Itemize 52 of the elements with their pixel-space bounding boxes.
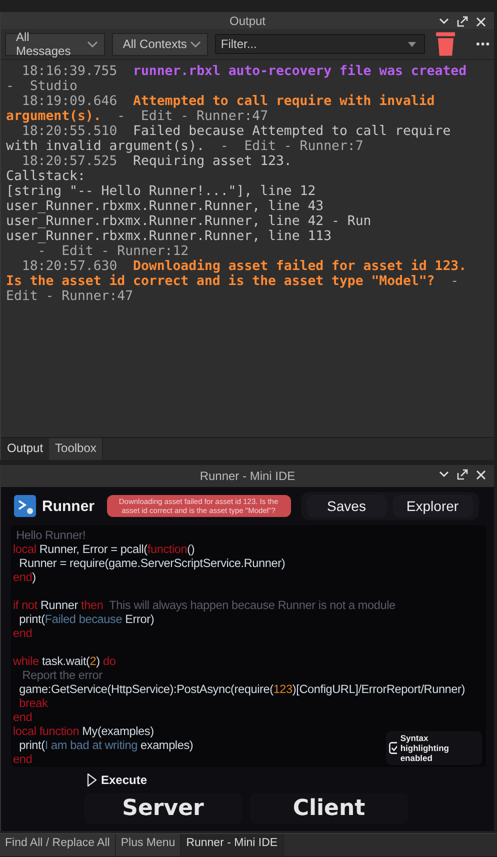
code-line: if not Runner then This will always happen because Runner is not a module [13, 598, 396, 612]
code-line: print(Failed because Error) [18, 612, 154, 626]
code-line: end [13, 752, 32, 766]
code-line: local Runner, Error = pcall(function() [13, 542, 195, 556]
code-line: Runner = require(game.ServerScriptService.Runner) [18, 556, 286, 570]
chevron-down-icon[interactable] [439, 18, 449, 25]
header-button[interactable]: Saves [306, 495, 386, 517]
log-entry: 18:19:09.646 Attempted to call require with invalid argument(s). - Edit - Runner:47 [6, 94, 436, 124]
panel-title: Runner - Mini IDE [200, 469, 296, 483]
more-icon[interactable] [476, 42, 490, 46]
filter-field[interactable]: Filter... [214, 34, 425, 54]
run-button[interactable]: Client [250, 793, 408, 824]
popout-icon[interactable] [457, 469, 468, 480]
checkbox[interactable] [389, 742, 398, 754]
panel-tab[interactable]: Find All / Replace All [0, 834, 116, 856]
chevron-down-icon[interactable] [439, 471, 449, 478]
code-line: local function My(examples) [13, 724, 154, 738]
log-entry: 18:16:39.755 runner.rbxl auto-recovery file was created - Studio [6, 64, 468, 94]
close-icon[interactable] [476, 16, 486, 26]
run-button[interactable]: Server [84, 793, 242, 824]
chevron-down-icon [190, 40, 201, 48]
code-line: break [18, 696, 48, 710]
code-line: Hello Runner! [15, 528, 86, 542]
header-button[interactable]: Explorer [392, 495, 472, 517]
play-icon[interactable] [87, 773, 97, 787]
log-entry: 18:20:57.630 Downloading asset failed for asset id 123. Is the asset id correct and is the asset type "Model"? - Edit - Runner:47 [6, 259, 468, 304]
code-line: end [13, 710, 32, 724]
panel-tab[interactable]: Output [1, 438, 50, 460]
code-line: print(I am bad at writing examples) [18, 738, 194, 752]
app-name: Runner [42, 498, 94, 514]
terminal-logo-icon[interactable] [14, 495, 36, 517]
code-line: end) [13, 570, 36, 584]
chevron-down-icon [86, 40, 98, 48]
log-entry: 18:20:57.525 Requiring asset 123. Callstack: [string "-- Hello Runner!..."], line 12 user_Runner.rbxmx.Runner.Runner, line 43 user_Runner.rbxmx.Runner.Runner, line 42 - Run user_Runner.rbxmx.Runner.Runner, line 113 - Edit - Runner:12 [6, 154, 372, 259]
code-line: end [13, 626, 32, 640]
trash-icon[interactable] [436, 32, 456, 56]
execute-label: Execute [101, 773, 148, 787]
panel-tab[interactable]: Toolbox [49, 438, 104, 460]
panel-tab[interactable]: Plus Menu [116, 834, 182, 856]
panel-title: Output [229, 14, 266, 28]
close-icon[interactable] [476, 470, 486, 480]
syntax-toggle[interactable]: Syntax highlighting enabled [386, 731, 482, 765]
code-line: while task.wait(2) do [13, 654, 116, 668]
dropdown[interactable]: All Messages [5, 32, 105, 56]
panel-tab[interactable]: Runner - Mini IDE [181, 834, 284, 856]
code-line: game:GetService(HttpService):PostAsync(require(123)[ConfigURL]/ErrorReport/Runner) [18, 682, 465, 696]
code-line: Report the error [21, 668, 102, 682]
dropdown-caret-icon[interactable] [408, 42, 416, 47]
log-entry: 18:20:55.510 Failed because Attempted to call require with invalid argument(s). - Edit - Runner:7 [6, 124, 452, 154]
code-editor[interactable] [11, 525, 486, 767]
popout-icon[interactable] [457, 16, 468, 27]
dropdown[interactable]: All Contexts [112, 32, 208, 56]
